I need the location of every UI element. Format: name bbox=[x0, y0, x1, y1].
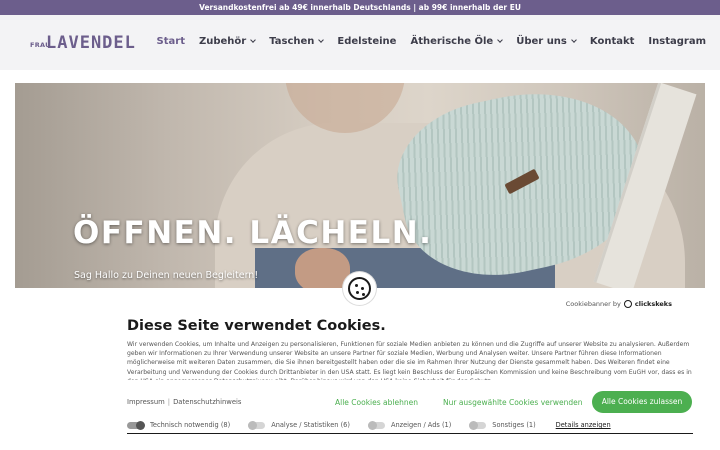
category-count: (1) bbox=[441, 421, 452, 429]
toggle-technisch-notwendig[interactable]: Technisch notwendig (8) bbox=[127, 420, 231, 430]
cookie-banner-divider bbox=[127, 433, 693, 434]
toggle-sonstiges[interactable]: Sonstiges (1) bbox=[469, 420, 536, 430]
nav-item-ueber-uns[interactable]: Über uns bbox=[516, 36, 577, 47]
toggle-switch-off[interactable] bbox=[248, 420, 266, 430]
category-label: Analyse / Statistiken bbox=[271, 421, 339, 429]
shipping-info-text: Versandkostenfrei ab 49€ innerhalb Deuts… bbox=[199, 3, 521, 12]
nav-item-edelsteine[interactable]: Edelsteine bbox=[337, 36, 396, 47]
datenschutz-link[interactable]: Datenschutzhinweis bbox=[173, 398, 241, 406]
cookie-brand-name: clickskeks bbox=[634, 300, 672, 308]
nav-item-taschen[interactable]: Taschen bbox=[269, 36, 325, 47]
hero-photo-hand bbox=[295, 248, 350, 288]
chevron-down-icon bbox=[250, 37, 257, 43]
cookie-brand-prefix: Cookiebanner by bbox=[565, 300, 621, 308]
accept-all-cookies-button[interactable]: Alle Cookies zulassen bbox=[592, 391, 692, 413]
hero-subline: Sag Hallo zu Deinen neuen Begleitern! bbox=[74, 270, 259, 281]
nav-item-zubehoer[interactable]: Zubehör bbox=[199, 36, 257, 47]
toggle-anzeigen-ads[interactable]: Anzeigen / Ads (1) bbox=[367, 420, 452, 430]
nav-item-instagram[interactable]: Instagram bbox=[648, 36, 706, 47]
category-count: (6) bbox=[340, 421, 350, 429]
hero-headline: ÖFFNEN. LÄCHELN. bbox=[73, 215, 433, 251]
cookie-banner-brand[interactable]: Cookiebanner by clickskeks bbox=[566, 300, 672, 308]
shipping-info-bar: Versandkostenfrei ab 49€ innerhalb Deuts… bbox=[0, 0, 720, 15]
category-label: Sonstiges bbox=[492, 421, 525, 429]
nav-item-start[interactable]: Start bbox=[157, 36, 185, 47]
nav-item-kontakt[interactable]: Kontakt bbox=[590, 36, 635, 47]
chevron-down-icon bbox=[497, 37, 504, 43]
toggle-switch-off[interactable] bbox=[469, 420, 487, 430]
site-header: FRAU LAVENDEL Start Zubehör Taschen Edel… bbox=[0, 15, 720, 70]
toggle-switch-on[interactable] bbox=[127, 420, 145, 430]
category-label: Anzeigen / Ads bbox=[390, 421, 440, 429]
cookie-banner: Cookiebanner by clickskeks Diese Seite v… bbox=[0, 288, 720, 450]
reject-all-cookies-button[interactable]: Alle Cookies ablehnen bbox=[335, 398, 418, 407]
impressum-link[interactable]: Impressum bbox=[127, 398, 165, 406]
show-details-link[interactable]: Details anzeigen bbox=[556, 421, 611, 429]
toggle-switch-off[interactable] bbox=[367, 420, 385, 430]
cookie-legal-links: Impressum | Datenschutzhinweis bbox=[127, 398, 241, 406]
link-separator: | bbox=[167, 398, 171, 406]
cookie-category-toggles: Technisch notwendig (8) Analyse / Statis… bbox=[127, 420, 611, 430]
nav-item-aetherische-oele[interactable]: Ätherische Öle bbox=[410, 36, 504, 47]
toggle-analyse-statistiken[interactable]: Analyse / Statistiken (6) bbox=[248, 420, 350, 430]
main-navigation: Start Zubehör Taschen Edelsteine Ätheris… bbox=[143, 36, 706, 47]
category-label: Technisch notwendig bbox=[150, 421, 219, 429]
chevron-down-icon bbox=[571, 37, 577, 43]
category-count: (8) bbox=[220, 421, 231, 429]
clickskeks-logo-icon bbox=[623, 300, 632, 308]
category-count: (1) bbox=[526, 421, 536, 429]
chevron-down-icon bbox=[318, 37, 325, 43]
cookie-banner-text: Wir verwenden Cookies, um Inhalte und An… bbox=[127, 341, 692, 380]
cookie-icon bbox=[343, 272, 376, 305]
cookie-banner-title: Diese Seite verwendet Cookies. bbox=[127, 318, 386, 334]
logo-name: LAVENDEL bbox=[46, 33, 136, 53]
accept-selected-cookies-button[interactable]: Nur ausgewählte Cookies verwenden bbox=[443, 398, 582, 407]
hero-banner[interactable]: ÖFFNEN. LÄCHELN. Sag Hallo zu Deinen neu… bbox=[15, 83, 705, 288]
